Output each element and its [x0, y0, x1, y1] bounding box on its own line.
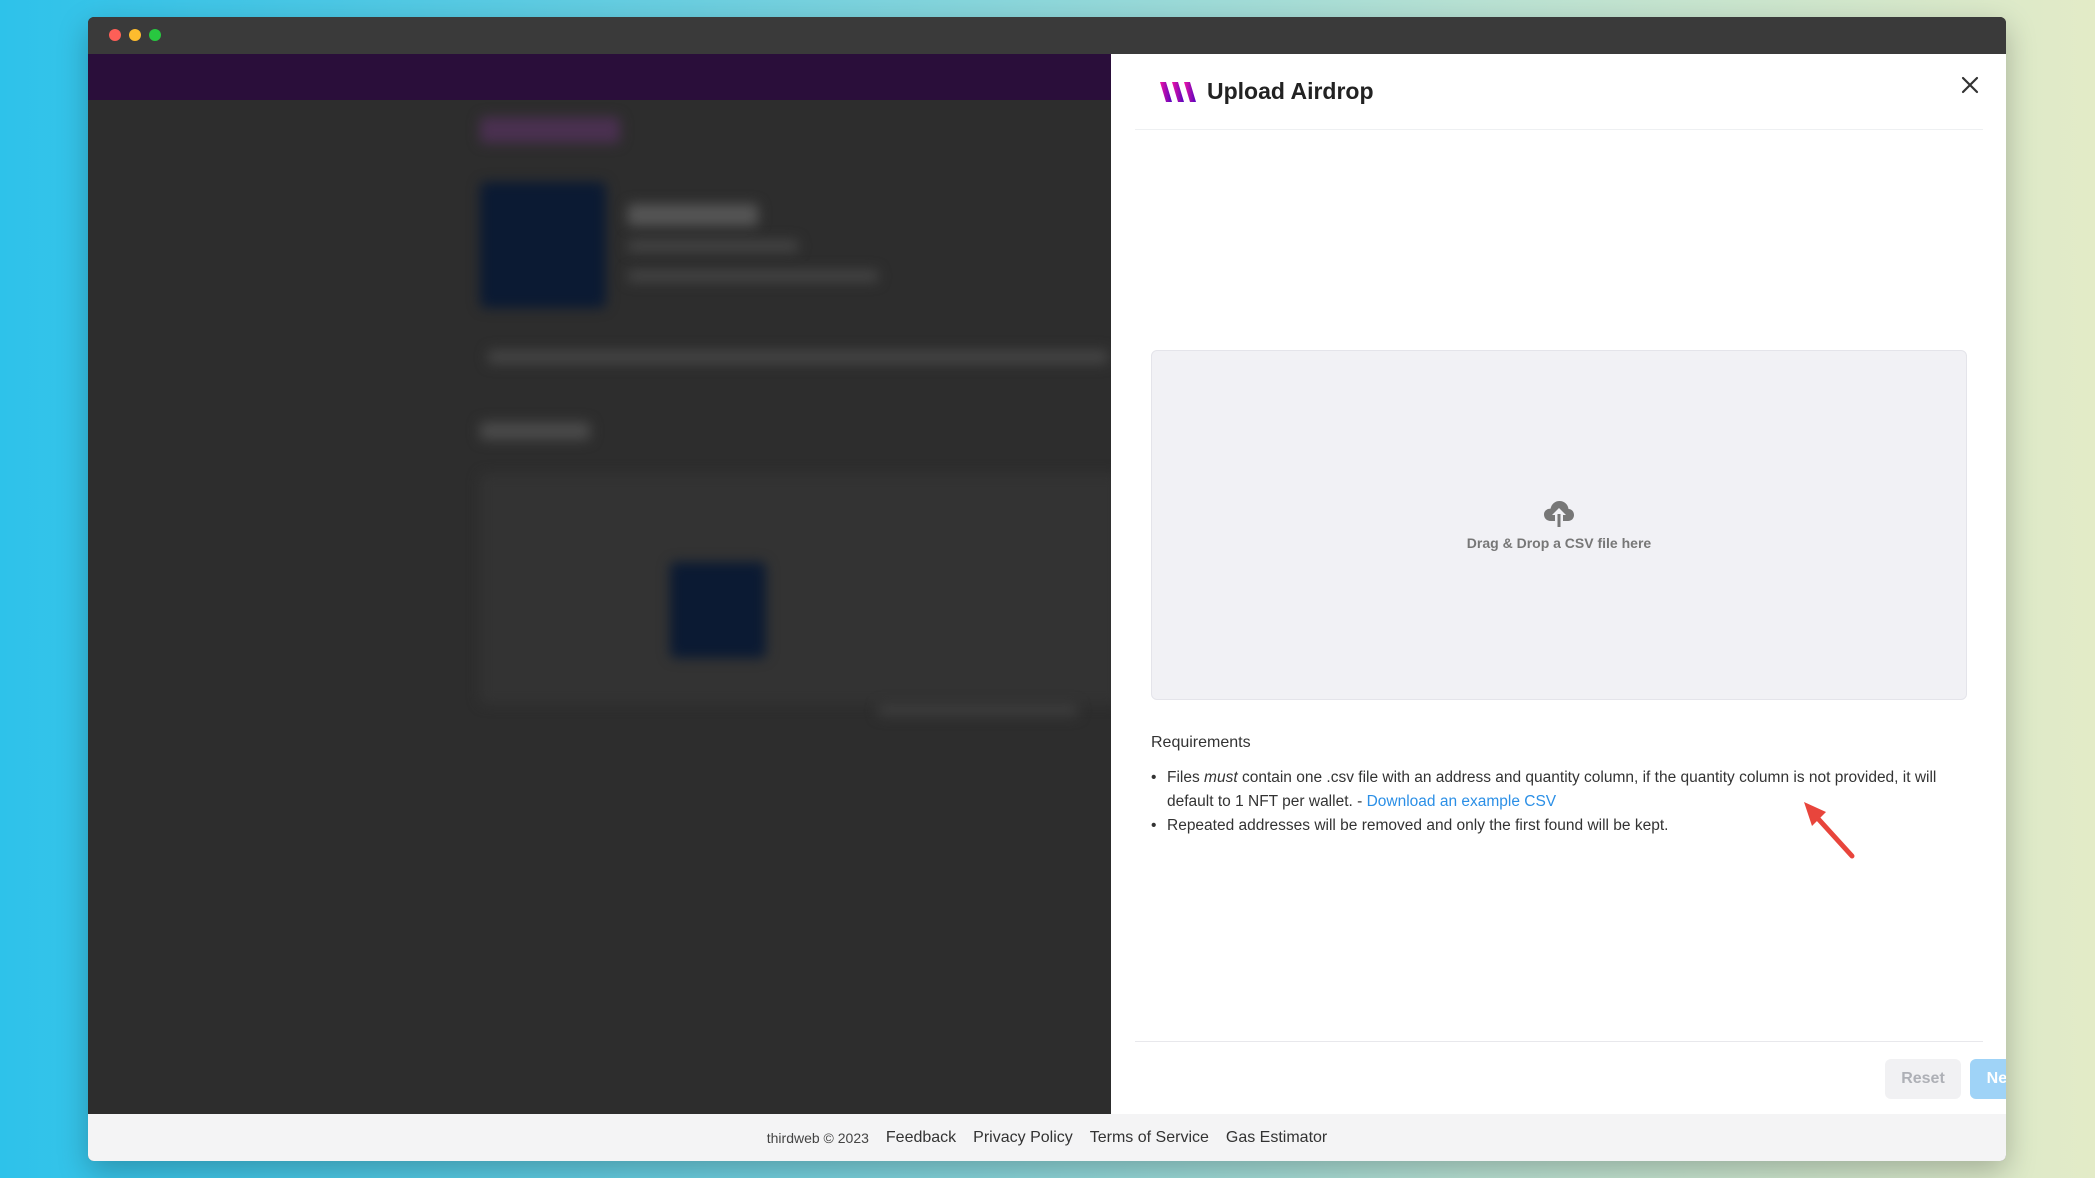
background-section-heading	[480, 422, 590, 440]
reset-button[interactable]: Reset	[1885, 1059, 1961, 1099]
annotation-arrow-icon	[1804, 802, 1855, 859]
background-nft-thumbnail	[670, 562, 766, 658]
footer-link-gas-estimator[interactable]: Gas Estimator	[1226, 1129, 1327, 1147]
background-pagination	[878, 704, 1078, 716]
dropzone-label: Drag & Drop a CSV file here	[1466, 535, 1652, 551]
footer-link-terms-of-service[interactable]: Terms of Service	[1090, 1129, 1209, 1147]
close-window-control[interactable]	[109, 29, 121, 41]
window-titlebar	[88, 17, 2006, 54]
close-drawer-button[interactable]	[1955, 70, 1985, 100]
background-tabs	[488, 350, 1108, 364]
next-button[interactable]: Next	[1970, 1059, 2006, 1099]
requirement-1-prefix: Files	[1167, 769, 1205, 786]
requirements-heading: Requirements	[1151, 734, 1251, 751]
background-banner	[88, 54, 1111, 100]
background-contract-thumbnail	[480, 182, 606, 308]
background-dashboard-overlay	[88, 54, 1111, 1114]
drawer-footer-divider	[1135, 1041, 1983, 1042]
footer-copyright: thirdweb © 2023	[766, 1129, 869, 1146]
close-icon	[1961, 76, 1979, 94]
page-footer: thirdweb © 2023 Feedback Privacy Policy …	[88, 1114, 2006, 1161]
requirement-2-text: Repeated addresses will be removed and o…	[1167, 817, 1669, 834]
footer-link-privacy-policy[interactable]: Privacy Policy	[973, 1129, 1073, 1147]
drawer-title: Upload Airdrop	[1207, 78, 1374, 104]
background-contract-meta	[628, 270, 878, 282]
minimize-window-control[interactable]	[129, 29, 141, 41]
csv-dropzone[interactable]: Drag & Drop a CSV file here	[1151, 350, 1967, 700]
download-example-csv-link[interactable]: Download an example CSV	[1367, 793, 1557, 810]
requirement-1-emphasis: must	[1204, 769, 1238, 786]
browser-window: Upload Airdrop Drag & Drop a CSV file he…	[88, 17, 2006, 1161]
maximize-window-control[interactable]	[149, 29, 161, 41]
background-logo	[480, 117, 620, 143]
background-table	[480, 474, 1111, 704]
drawer-header: Upload Airdrop	[1135, 54, 1983, 130]
background-contract-subtitle	[628, 240, 798, 252]
thirdweb-logo-icon	[1160, 81, 1196, 102]
upload-airdrop-drawer: Upload Airdrop Drag & Drop a CSV file he…	[1111, 54, 2006, 1114]
background-contract-title	[628, 204, 758, 226]
cloud-upload-icon	[1544, 501, 1574, 527]
footer-link-feedback[interactable]: Feedback	[886, 1129, 956, 1147]
